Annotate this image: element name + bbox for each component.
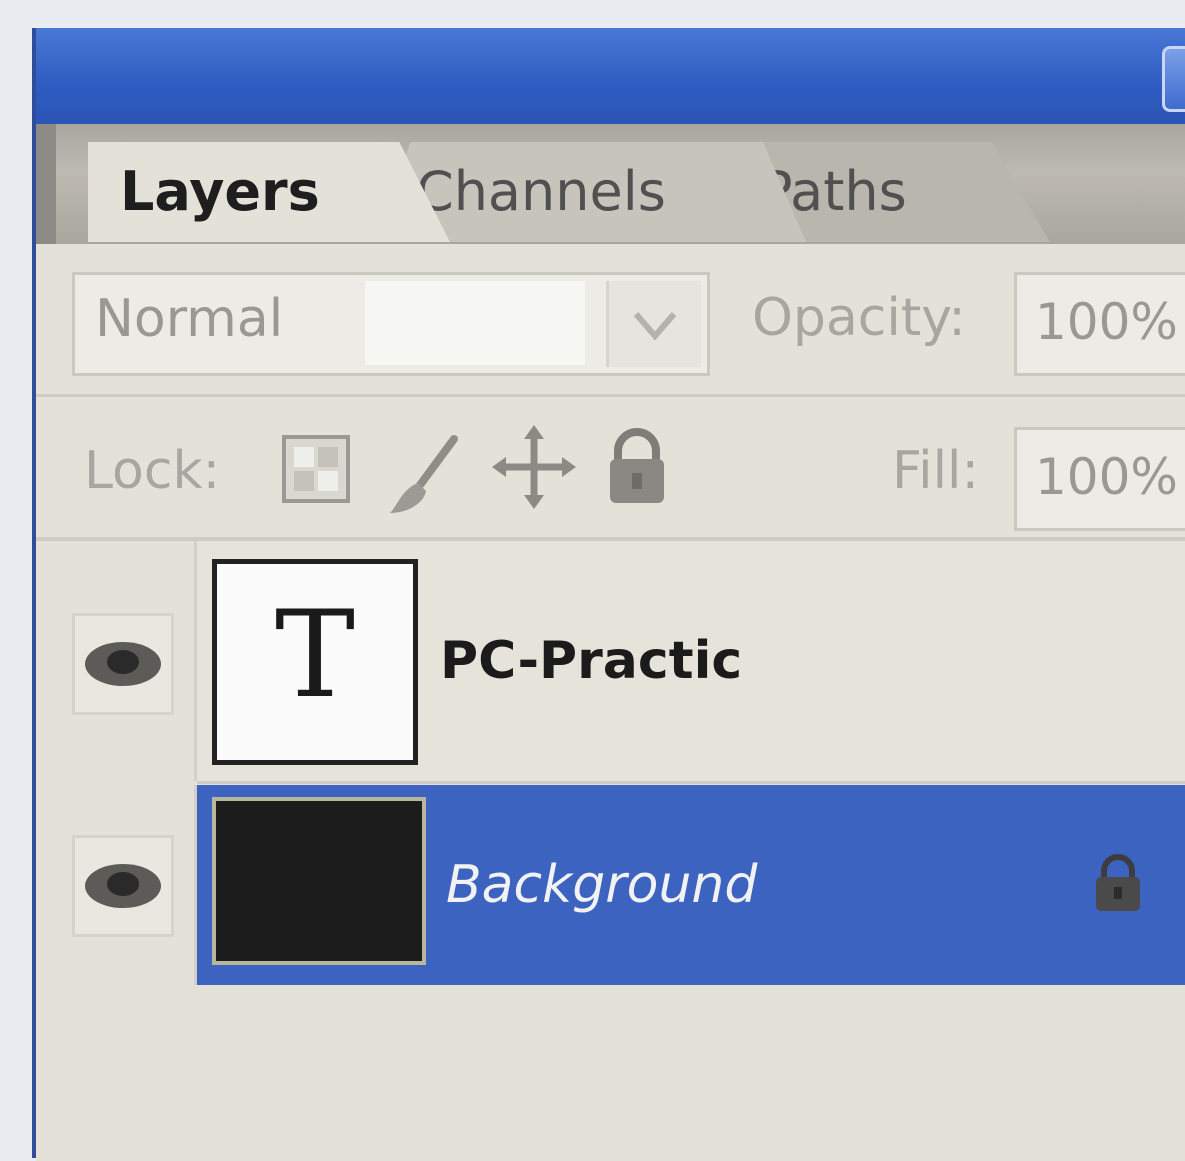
layers-panel-window: Layers Channels Paths Normal Opacity: 10… <box>32 28 1185 1161</box>
chevron-down-icon[interactable] <box>606 281 701 367</box>
panel-tab-strip: Layers Channels Paths <box>36 124 1185 244</box>
opacity-value: 100% <box>1035 293 1178 351</box>
eye-icon[interactable] <box>72 613 174 715</box>
layer-name-pc-practic[interactable]: PC-Practic <box>440 631 742 691</box>
blend-toolbar: Normal Opacity: 100% <box>36 244 1185 397</box>
lock-transparent-icon[interactable] <box>280 433 352 509</box>
blend-mode-select[interactable]: Normal <box>72 272 710 376</box>
title-bar <box>36 28 1185 124</box>
move-icon[interactable] <box>492 425 576 513</box>
background-layer-thumbnail <box>212 797 426 965</box>
text-layer-thumbnail: T <box>212 559 418 765</box>
tab-strip-edge <box>36 124 56 244</box>
fill-value: 100% <box>1035 448 1178 506</box>
lock-label: Lock: <box>84 441 221 501</box>
layers-list: T PC-Practic Background <box>36 541 1185 1161</box>
layer-row[interactable]: T PC-Practic <box>36 541 1185 784</box>
layer-lock-icon <box>1092 851 1144 919</box>
text-layer-glyph: T <box>274 586 356 725</box>
select-highlight <box>365 281 585 365</box>
visibility-cell[interactable] <box>36 785 197 985</box>
opacity-input[interactable]: 100% <box>1014 272 1185 376</box>
tab-layers[interactable]: Layers <box>88 142 450 242</box>
fill-label: Fill: <box>892 441 979 501</box>
visibility-cell[interactable] <box>36 541 197 781</box>
brush-icon[interactable] <box>384 433 464 523</box>
opacity-label: Opacity: <box>752 288 966 348</box>
layer-name-background[interactable]: Background <box>446 855 757 915</box>
fill-input[interactable]: 100% <box>1014 427 1185 531</box>
layers-empty-area <box>36 991 1185 1161</box>
blend-mode-value: Normal <box>95 289 284 349</box>
window-button[interactable] <box>1162 46 1185 112</box>
lock-all-icon[interactable] <box>604 427 670 511</box>
eye-icon[interactable] <box>72 835 174 937</box>
layer-row-selected[interactable]: Background <box>36 785 1185 985</box>
lock-toolbar: Lock: Fill: 100% <box>36 397 1185 541</box>
